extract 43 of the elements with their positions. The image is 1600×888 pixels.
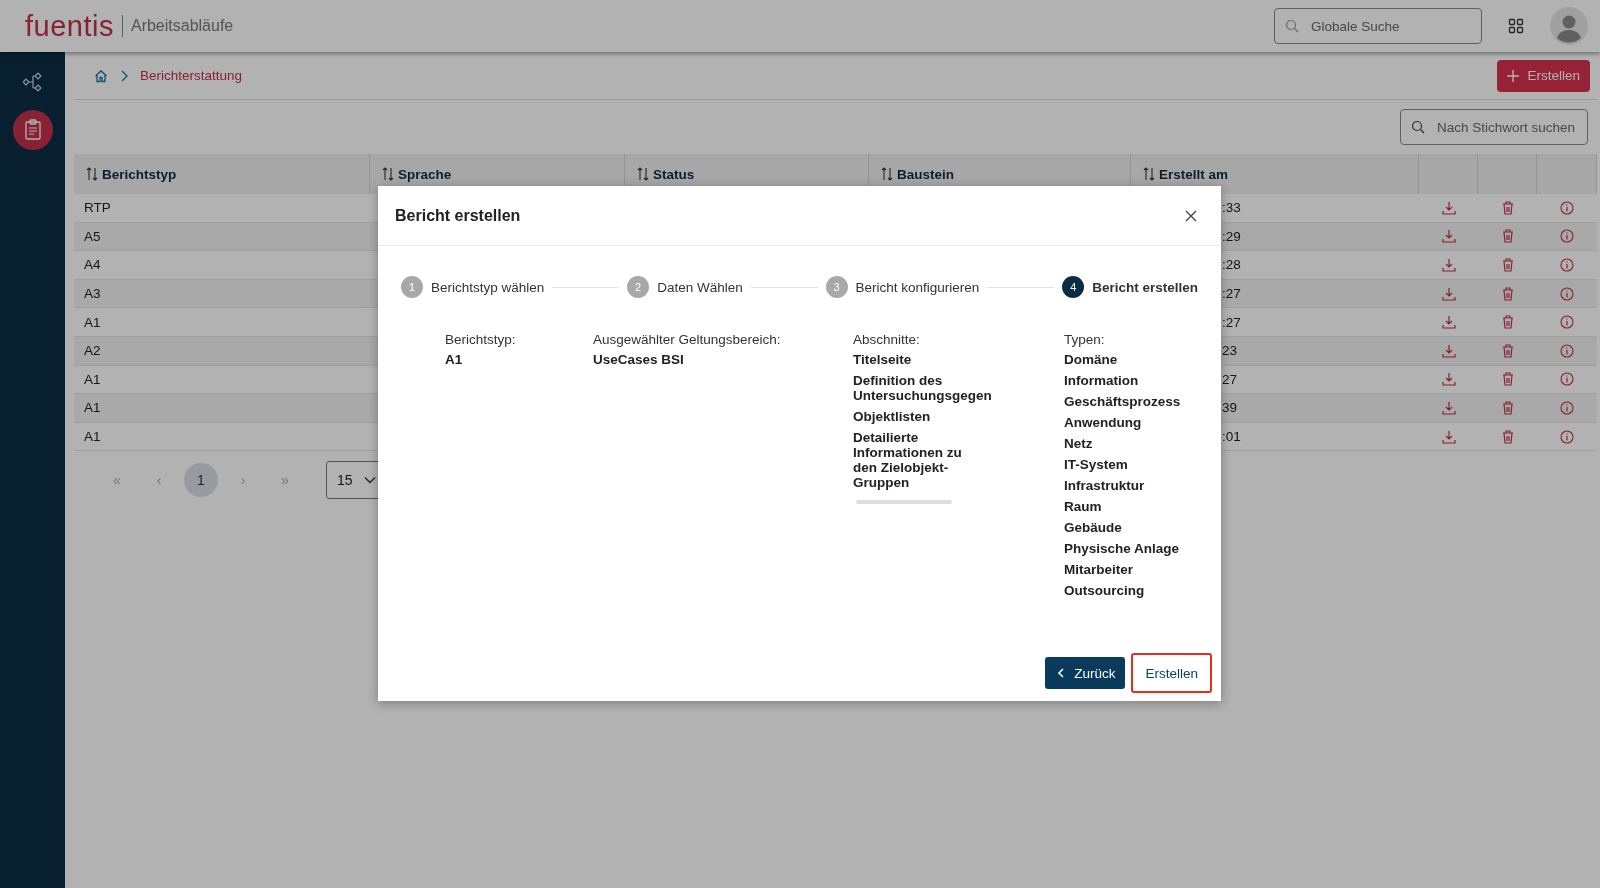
table-cell: :29 xyxy=(1222,228,1241,244)
summary-value: Mitarbeiter xyxy=(1064,562,1135,577)
table-cell: 27 xyxy=(1222,371,1238,387)
table-cell: A5 xyxy=(84,228,101,244)
summary-value: Geschäftsprozess xyxy=(1064,394,1182,409)
table-cell: :33 xyxy=(1222,200,1241,216)
summary-value: Infrastruktur xyxy=(1064,478,1146,493)
summary-value: Objektlisten xyxy=(853,409,932,424)
logo: fuentis xyxy=(25,9,114,43)
table-cell: A1 xyxy=(84,314,101,330)
table-cell: A3 xyxy=(84,286,101,302)
summary-value: Netz xyxy=(1064,436,1094,451)
summary-value: Detailierte Informationen zu den Zielobjekt-Gruppen xyxy=(853,430,963,490)
summary-value: Titelseite xyxy=(853,352,913,367)
table-cell: A1 xyxy=(84,429,101,445)
table-cell: 23 xyxy=(1222,343,1238,359)
table-cell: A1 xyxy=(84,400,101,416)
summary-value: Raum xyxy=(1064,499,1103,514)
summary-label: Berichtstyp: xyxy=(445,332,517,347)
summary-label: Abschnitte: xyxy=(853,332,921,347)
table-cell: A4 xyxy=(84,257,101,273)
summary-value: Gebäude xyxy=(1064,520,1123,535)
table-cell: :01 xyxy=(1222,429,1241,445)
summary-value: Physische Anlage xyxy=(1064,541,1181,556)
app-title: Arbeitsabläufe xyxy=(130,17,234,35)
summary-value: IT-System xyxy=(1064,457,1129,472)
summary-label: Typen: xyxy=(1064,332,1106,347)
table-cell: RTP xyxy=(84,200,111,216)
table-cell: 39 xyxy=(1222,400,1238,416)
summary-value: A1 xyxy=(445,352,464,367)
table-cell: :27 xyxy=(1222,314,1241,330)
summary-value: Anwendung xyxy=(1064,415,1143,430)
summary-value: Information xyxy=(1064,373,1140,388)
summary-value: Definition des Untersuchungsgegen xyxy=(853,373,989,403)
summary-label: Ausgewählter Geltungsbereich: xyxy=(593,332,782,347)
table-cell: :27 xyxy=(1222,286,1241,302)
table-cell: A2 xyxy=(84,343,101,359)
table-cell: :28 xyxy=(1222,257,1241,273)
table-cell: A1 xyxy=(84,371,101,387)
summary-value: UseCases BSI xyxy=(593,352,685,367)
summary-value: Outsourcing xyxy=(1064,583,1146,598)
dialog-title: Bericht erstellen xyxy=(395,206,521,225)
summary-value: Domäne xyxy=(1064,352,1119,367)
